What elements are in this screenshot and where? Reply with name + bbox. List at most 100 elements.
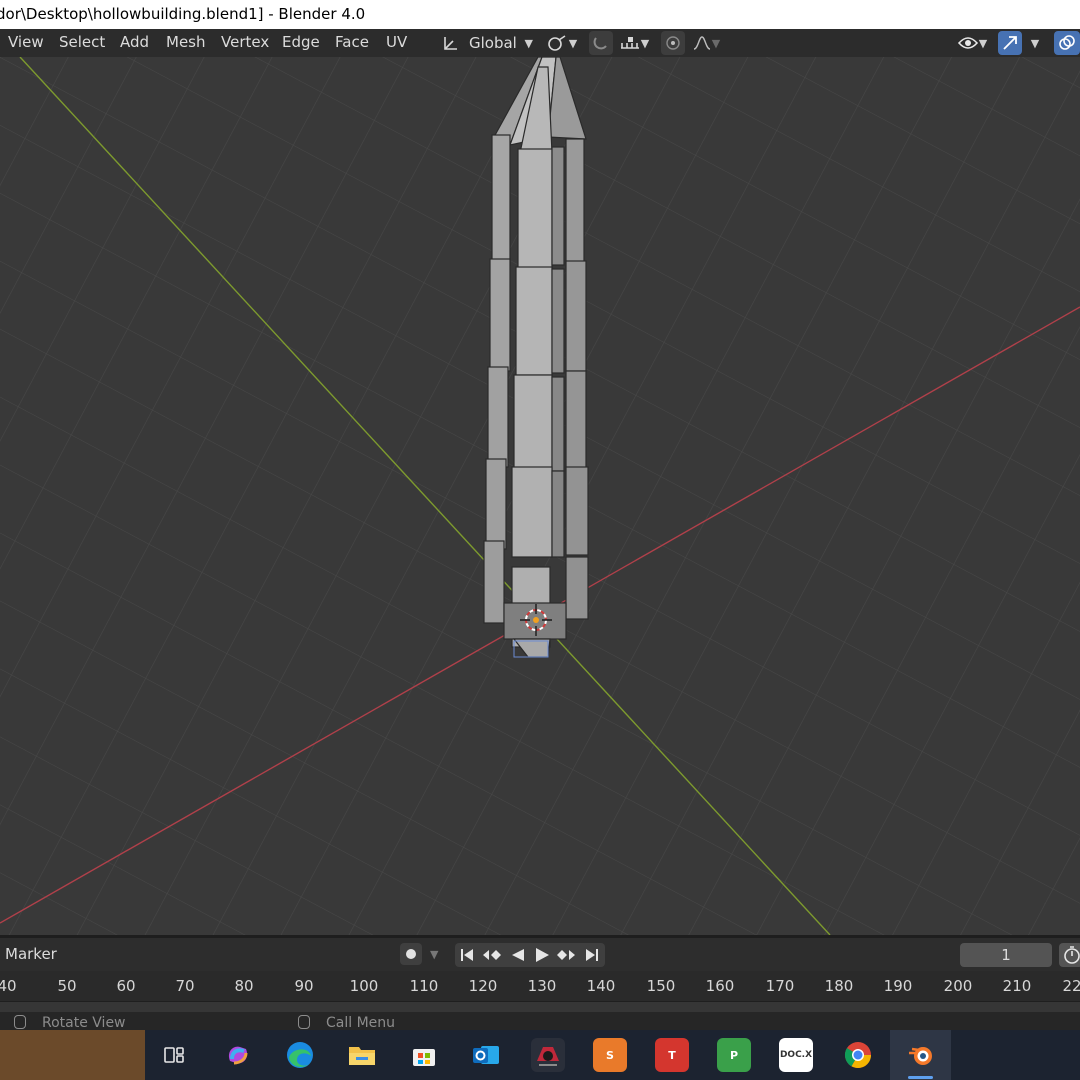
taskbar: S T P DOC.X: [0, 1030, 1080, 1080]
frame-tick: 210: [1002, 977, 1032, 995]
frame-tick: 100: [349, 977, 379, 995]
taskbar-item[interactable]: S: [593, 1038, 627, 1072]
frame-tick: 22: [1062, 977, 1080, 995]
play-icon[interactable]: [536, 948, 549, 962]
timeline-ruler[interactable]: 40 50 60 70 80 90 100 110 120 130 140 15…: [0, 971, 1080, 1001]
taskbar-item[interactable]: [531, 1038, 565, 1072]
transform-pivot-button[interactable]: ▼: [543, 31, 581, 55]
frame-tick: 140: [586, 977, 616, 995]
taskbar-item[interactable]: [469, 1038, 503, 1072]
mouse-right-icon: [298, 1015, 310, 1029]
record-icon: [406, 949, 416, 959]
snap-increment-icon: [620, 37, 639, 49]
taskbar-item[interactable]: [841, 1038, 875, 1072]
falloff-curve-icon: [693, 36, 711, 50]
blender-icon: [909, 1047, 932, 1065]
frame-tick: 40: [0, 977, 17, 995]
menu-select[interactable]: Select: [59, 29, 105, 57]
menu-mesh[interactable]: Mesh: [166, 29, 206, 57]
viewport-canvas[interactable]: [0, 57, 1080, 935]
frame-tick: 50: [57, 977, 77, 995]
overlay-toggle-button[interactable]: [1054, 31, 1080, 55]
menu-add[interactable]: Add: [120, 29, 149, 57]
visibility-dropdown[interactable]: ▼: [952, 31, 992, 55]
viewport-header: View Select Add Mesh Vertex Edge Face UV…: [0, 29, 1080, 57]
preview-range-button[interactable]: [1059, 943, 1080, 967]
docx-icon: DOC.X: [779, 1050, 813, 1060]
snap-toggle-button[interactable]: [589, 31, 613, 55]
previous-keyframe-icon[interactable]: [483, 950, 501, 960]
task-view-icon: [164, 1047, 184, 1063]
frame-tick: 90: [294, 977, 314, 995]
frame-tick: 60: [116, 977, 136, 995]
menu-vertex[interactable]: Vertex: [221, 29, 269, 57]
active-indicator: [908, 1076, 933, 1079]
current-frame-field[interactable]: 1: [960, 943, 1052, 967]
menu-uv[interactable]: UV: [386, 29, 407, 57]
chevron-down-icon: ▼: [640, 36, 650, 50]
frame-tick: 110: [409, 977, 439, 995]
status-call-menu: Call Menu: [326, 1015, 396, 1030]
magnet-icon: [593, 37, 607, 50]
status-rotate-view: Rotate View: [42, 1015, 126, 1030]
pivot-link-icon: [547, 35, 566, 51]
chrome-icon: [844, 1042, 872, 1069]
taskbar-active-app[interactable]: [890, 1030, 951, 1080]
timeline-track[interactable]: [0, 1001, 1080, 1012]
menu-edge[interactable]: Edge: [282, 29, 320, 57]
jump-to-start-icon[interactable]: [461, 949, 473, 961]
next-keyframe-icon[interactable]: [557, 950, 575, 960]
overlays-icon: [1059, 35, 1075, 50]
auto-keying-button[interactable]: [400, 943, 422, 965]
frame-tick: 180: [824, 977, 854, 995]
file-explorer-icon: [349, 1047, 375, 1065]
wps-writer-icon: T: [668, 1048, 676, 1062]
outlook-icon: [473, 1046, 499, 1064]
jump-to-end-icon[interactable]: [586, 949, 598, 961]
copilot-icon: [228, 1046, 248, 1065]
gizmo-toggle-button[interactable]: [998, 31, 1022, 55]
proportional-editing-icon: [666, 36, 680, 50]
frame-tick: 70: [175, 977, 195, 995]
stopwatch-icon: [1064, 946, 1080, 964]
frame-tick: 170: [765, 977, 795, 995]
frame-tick: 120: [468, 977, 498, 995]
play-reverse-icon[interactable]: [512, 949, 524, 961]
wps-spreadsheet-icon: S: [606, 1048, 614, 1062]
game-icon: [537, 1047, 559, 1066]
chevron-down-icon: ▼: [568, 36, 578, 50]
3d-viewport[interactable]: [0, 57, 1080, 935]
frame-tick: 150: [646, 977, 676, 995]
frame-tick: 190: [883, 977, 913, 995]
snap-target-dropdown[interactable]: ▼: [614, 31, 654, 55]
gizmo-dropdown[interactable]: ▼: [1024, 31, 1046, 55]
taskbar-item[interactable]: [157, 1038, 191, 1072]
timeline-header: Marker ▼ 1: [0, 938, 1080, 971]
wps-presentation-icon: P: [729, 1048, 739, 1062]
frame-tick: 200: [943, 977, 973, 995]
transform-orientation-dropdown[interactable]: Global ▼: [437, 31, 537, 55]
gizmo-icon: [1003, 36, 1017, 50]
taskbar-item[interactable]: [221, 1038, 255, 1072]
window-title: dor\Desktop\hollowbuilding.blend1] - Ble…: [0, 5, 366, 23]
chevron-down-icon: ▼: [711, 36, 721, 50]
status-bar: Rotate View Call Menu: [0, 1012, 1080, 1030]
proportional-editing-button[interactable]: [661, 31, 685, 55]
chevron-down-icon: ▼: [1030, 36, 1040, 50]
taskbar-item[interactable]: [283, 1038, 317, 1072]
transform-orientation-label: Global: [469, 34, 517, 52]
menu-marker[interactable]: Marker: [5, 945, 57, 963]
taskbar-item[interactable]: [345, 1038, 379, 1072]
mouse-middle-icon: [14, 1015, 26, 1029]
chevron-down-icon[interactable]: ▼: [430, 948, 438, 961]
taskbar-item[interactable]: P: [717, 1038, 751, 1072]
tower-mesh[interactable]: [483, 57, 589, 658]
taskbar-item[interactable]: DOC.X: [779, 1038, 813, 1072]
proportional-falloff-dropdown[interactable]: ▼: [688, 31, 724, 55]
taskbar-widgets-area[interactable]: [0, 1030, 145, 1080]
taskbar-item[interactable]: [407, 1038, 441, 1072]
eye-icon: [957, 37, 978, 49]
menu-view[interactable]: View: [8, 29, 44, 57]
menu-face[interactable]: Face: [335, 29, 369, 57]
taskbar-item[interactable]: T: [655, 1038, 689, 1072]
